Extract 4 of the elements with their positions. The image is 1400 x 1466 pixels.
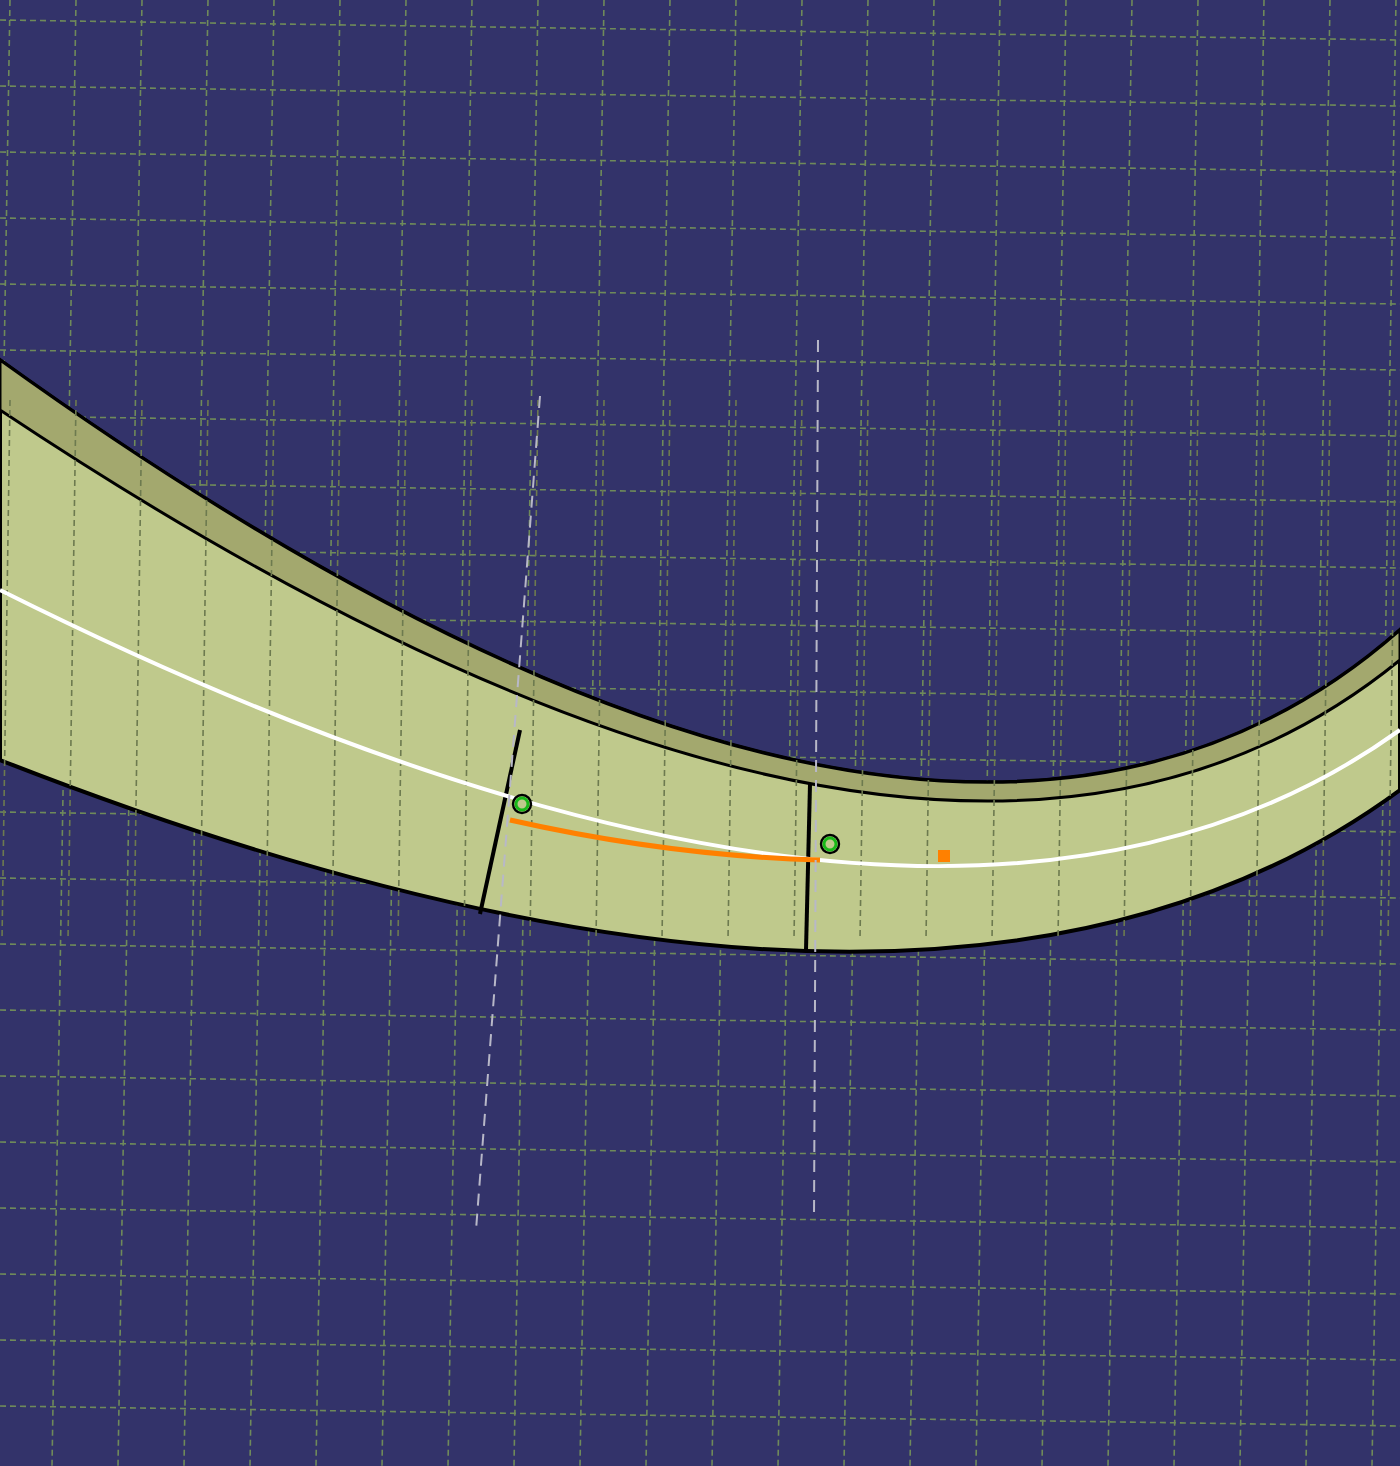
end-point-handle[interactable]	[938, 850, 950, 862]
selected-curve[interactable]	[509, 817, 821, 863]
point-marker-icon[interactable]	[511, 793, 533, 815]
point-marker-icon[interactable]	[819, 833, 841, 855]
